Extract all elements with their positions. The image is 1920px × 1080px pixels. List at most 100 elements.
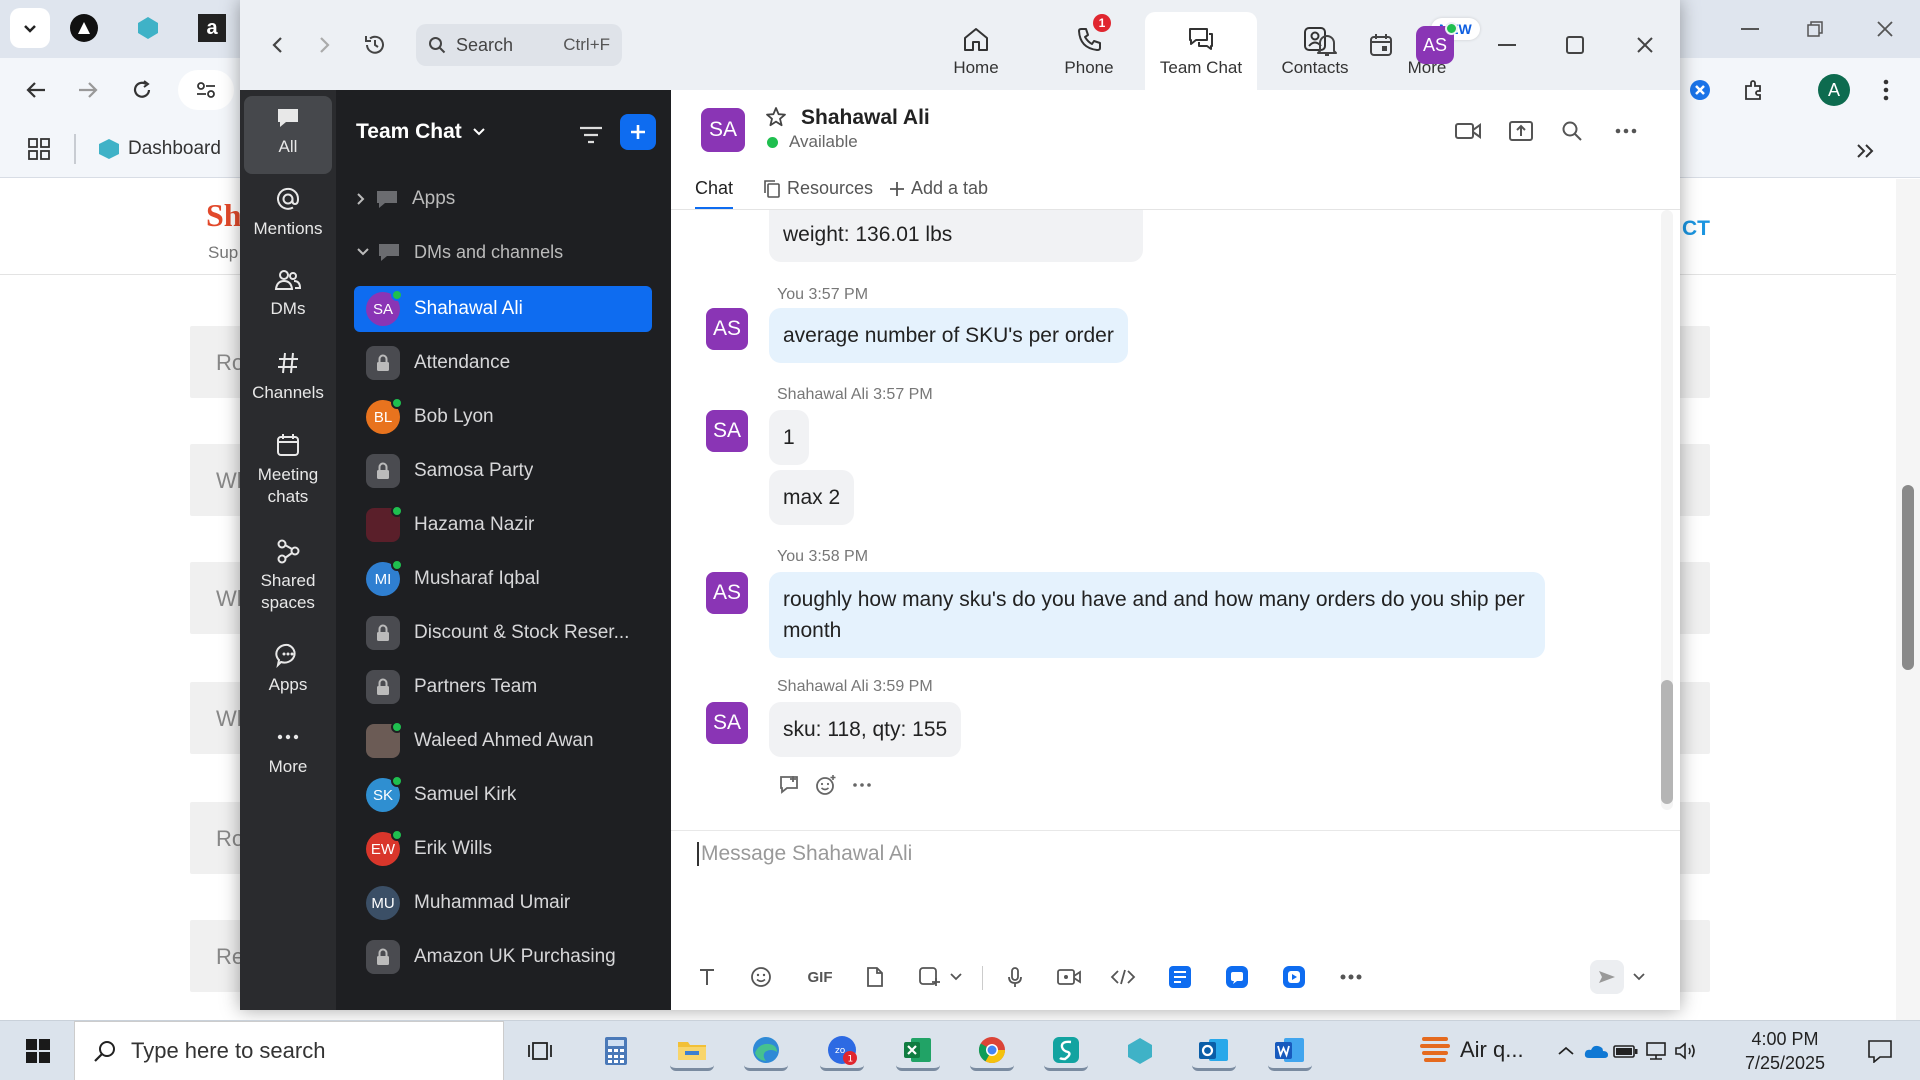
volume-icon[interactable] bbox=[1672, 1031, 1700, 1071]
message-more-icon[interactable] bbox=[849, 772, 875, 798]
extension-icon[interactable] bbox=[1684, 74, 1716, 106]
maximize-icon[interactable] bbox=[1558, 28, 1592, 62]
windows-start-icon[interactable] bbox=[16, 1031, 60, 1071]
channel-item[interactable]: BL Bob Lyon bbox=[354, 394, 652, 440]
channel-item[interactable]: Discount & Stock Reser... bbox=[354, 610, 652, 656]
notifications-bell-icon[interactable] bbox=[1310, 28, 1344, 62]
page-scrollbar-thumb[interactable] bbox=[1902, 485, 1914, 670]
message-bubble[interactable]: average number of SKU's per order bbox=[769, 308, 1128, 363]
battery-icon[interactable] bbox=[1612, 1031, 1640, 1071]
tab-home[interactable]: Home bbox=[920, 12, 1032, 90]
tab-resources[interactable]: Resources bbox=[763, 178, 873, 199]
rail-item-more[interactable]: More bbox=[244, 724, 332, 778]
clock[interactable]: 4:00 PM 7/25/2025 bbox=[1730, 1027, 1840, 1075]
browser-restore-icon[interactable] bbox=[1800, 14, 1830, 44]
star-icon[interactable] bbox=[763, 104, 789, 130]
text-format-icon[interactable] bbox=[692, 962, 722, 992]
network-icon[interactable] bbox=[1642, 1031, 1670, 1071]
tab-favicon-icon[interactable] bbox=[134, 14, 162, 42]
minimize-icon[interactable] bbox=[1490, 28, 1524, 62]
docs-app-icon[interactable] bbox=[1165, 962, 1195, 992]
channel-item[interactable]: Attendance bbox=[354, 340, 652, 386]
reload-icon[interactable] bbox=[124, 72, 160, 108]
whiteboard-app-icon[interactable] bbox=[1222, 962, 1252, 992]
hex-app-icon[interactable] bbox=[1118, 1031, 1162, 1071]
channel-item[interactable]: SK Samuel Kirk bbox=[354, 772, 652, 818]
taskbar-search-box[interactable]: Type here to search bbox=[74, 1021, 504, 1080]
sender-avatar[interactable]: AS bbox=[706, 308, 748, 350]
word-icon[interactable] bbox=[1268, 1031, 1312, 1071]
channel-item[interactable]: MI Musharaf Iqbal bbox=[354, 556, 652, 602]
tab-search-icon[interactable] bbox=[10, 8, 50, 48]
chrome-icon[interactable] bbox=[970, 1031, 1014, 1071]
channel-item[interactable]: Amazon UK Purchasing bbox=[354, 934, 652, 980]
show-hidden-icons-icon[interactable] bbox=[1552, 1031, 1580, 1071]
rail-item-channels[interactable]: Channels bbox=[244, 350, 332, 404]
forward-icon[interactable] bbox=[70, 72, 106, 108]
message-bubble[interactable]: Dimensions: 30.51 x 23.00 x 39.70 in wei… bbox=[769, 210, 1143, 262]
channel-item[interactable]: Waleed Ahmed Awan bbox=[354, 718, 652, 764]
channel-item[interactable]: Partners Team bbox=[354, 664, 652, 710]
contact-name[interactable]: Shahawal Ali bbox=[801, 106, 930, 130]
tab-phone[interactable]: Phone 1 bbox=[1033, 12, 1145, 90]
history-icon[interactable] bbox=[358, 28, 392, 62]
bookmarks-overflow-icon[interactable] bbox=[1850, 136, 1880, 166]
rail-item-mentions[interactable]: Mentions bbox=[244, 186, 332, 240]
share-screen-icon[interactable] bbox=[1504, 116, 1538, 146]
amazon-favicon-icon[interactable]: a bbox=[198, 14, 226, 42]
microphone-icon[interactable] bbox=[1000, 962, 1030, 992]
more-tools-icon[interactable] bbox=[1336, 962, 1366, 992]
browser-close-icon[interactable] bbox=[1870, 14, 1900, 44]
contact-avatar[interactable]: SA bbox=[701, 108, 745, 152]
tab-team-chat[interactable]: Team Chat bbox=[1145, 12, 1257, 90]
message-input[interactable]: Message Shahawal Ali bbox=[697, 842, 912, 866]
extensions-puzzle-icon[interactable] bbox=[1738, 74, 1770, 106]
message-bubble[interactable]: 1 bbox=[769, 410, 809, 465]
channel-item[interactable]: EW Erik Wills bbox=[354, 826, 652, 872]
add-reaction-icon[interactable] bbox=[813, 772, 839, 798]
file-icon[interactable] bbox=[860, 962, 890, 992]
rail-item-dms[interactable]: DMs bbox=[244, 268, 332, 320]
sender-avatar[interactable]: SA bbox=[706, 410, 748, 452]
add-tab-button[interactable]: Add a tab bbox=[889, 178, 988, 199]
page-header-cta[interactable]: CT bbox=[1682, 217, 1710, 241]
sender-avatar[interactable]: SA bbox=[706, 702, 748, 744]
video-call-icon[interactable] bbox=[1451, 116, 1485, 146]
chevron-down-icon[interactable] bbox=[946, 962, 966, 992]
chat-scrollbar-thumb[interactable] bbox=[1661, 680, 1673, 804]
sender-avatar[interactable]: AS bbox=[706, 572, 748, 614]
emoji-icon[interactable] bbox=[746, 962, 776, 992]
task-view-icon[interactable] bbox=[518, 1031, 562, 1071]
more-options-icon[interactable] bbox=[1609, 116, 1643, 146]
forward-icon[interactable] bbox=[310, 28, 340, 62]
rail-item-apps[interactable]: Apps bbox=[244, 642, 332, 696]
zoom-app-icon[interactable]: zo 1 bbox=[820, 1031, 864, 1071]
rail-item-shared-spaces[interactable]: Shared spaces bbox=[244, 538, 332, 614]
rail-item-all[interactable]: All bbox=[244, 96, 332, 174]
new-chat-button[interactable] bbox=[620, 114, 656, 150]
channel-item[interactable]: Samosa Party bbox=[354, 448, 652, 494]
channel-item[interactable]: MU Muhammad Umair bbox=[354, 880, 652, 926]
calculator-icon[interactable] bbox=[594, 1031, 638, 1071]
screenshot-icon[interactable] bbox=[914, 962, 944, 992]
send-button[interactable] bbox=[1590, 960, 1624, 994]
section-dms-and-channels[interactable]: DMs and channels bbox=[356, 241, 563, 263]
edge-browser-icon[interactable] bbox=[744, 1031, 788, 1071]
search-icon[interactable] bbox=[1555, 116, 1589, 146]
rail-item-meeting-chats[interactable]: Meeting chats bbox=[244, 432, 332, 508]
apps-grid-icon[interactable] bbox=[26, 136, 52, 162]
channel-item[interactable]: SA Shahawal Ali bbox=[354, 286, 652, 332]
channel-item[interactable]: Hazama Nazir bbox=[354, 502, 652, 548]
message-bubble[interactable]: max 2 bbox=[769, 470, 855, 525]
filter-icon[interactable] bbox=[574, 118, 608, 152]
reply-thread-icon[interactable] bbox=[777, 772, 803, 798]
search-box[interactable]: Search Ctrl+F bbox=[416, 24, 622, 66]
message-bubble[interactable]: sku: 118, qty: 155 bbox=[769, 702, 962, 757]
browser-minimize-icon[interactable] bbox=[1735, 14, 1765, 44]
bookmark-dashboard[interactable]: Dashboard bbox=[128, 138, 221, 160]
weather-widget[interactable]: Air q... bbox=[1420, 1033, 1524, 1067]
back-icon[interactable] bbox=[262, 28, 292, 62]
browser-menu-icon[interactable] bbox=[1872, 74, 1900, 106]
section-apps[interactable]: Apps bbox=[356, 188, 455, 210]
app-s-icon[interactable] bbox=[1044, 1031, 1088, 1071]
